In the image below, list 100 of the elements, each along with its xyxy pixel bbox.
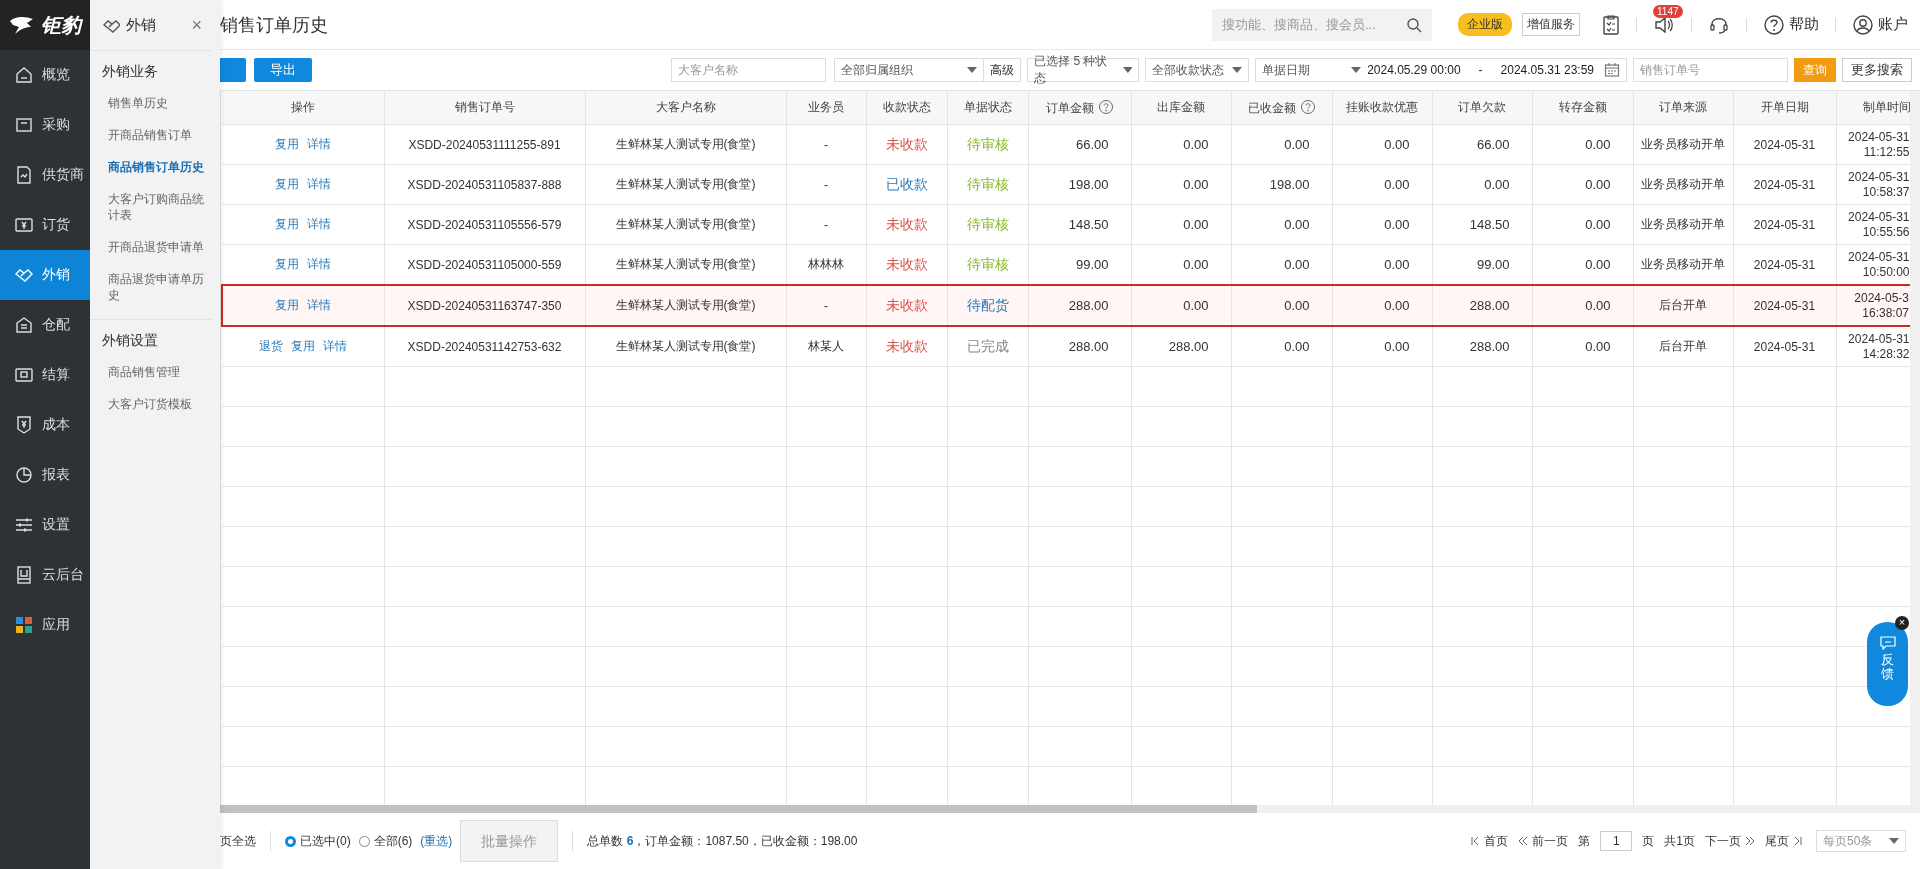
sidebar-item[interactable]: 供货商 <box>0 150 90 200</box>
column-header[interactable]: 出库金额 <box>1157 100 1205 114</box>
action-link[interactable]: 复用 <box>274 217 299 231</box>
help-icon[interactable] <box>1763 13 1785 36</box>
menu-item[interactable]: 大客户订货模板 <box>102 388 204 420</box>
column-header[interactable]: 业务员 <box>808 100 844 114</box>
next-page-button[interactable]: 下一页 <box>1705 832 1755 850</box>
input-field[interactable]: 大客户名称 <box>671 58 827 82</box>
action-link[interactable]: 详情 <box>306 177 331 191</box>
customer-name: 生鲜林某人测试专用(食堂) <box>615 137 756 151</box>
document-status: 待审核 <box>966 135 1009 152</box>
document-status: 待配货 <box>966 296 1009 313</box>
advanced-button[interactable]: 高级 <box>984 58 1022 82</box>
search-field[interactable]: 搜功能、搜商品、搜会员... <box>1212 8 1432 41</box>
menu-item[interactable]: 开商品退货申请单 <box>102 231 212 263</box>
menu-item[interactable]: 商品销售订单历史 <box>102 151 212 183</box>
amount-cell: 148.50 <box>1068 217 1109 232</box>
sidebar-item[interactable]: 报表 <box>0 450 90 500</box>
account-link[interactable]: 账户 <box>1878 15 1908 34</box>
column-header[interactable]: 操作 <box>290 100 315 114</box>
sidebar-item[interactable]: 应用 <box>0 600 90 650</box>
column-header[interactable]: 开单日期 <box>1760 100 1809 114</box>
service-button[interactable]: 增值服务 <box>1522 13 1580 36</box>
radio-option[interactable]: 已选中(0) <box>285 832 351 850</box>
time-cell: 2024-05-31 10:55:56 <box>1848 209 1910 239</box>
amount-cell: 0.00 <box>1183 257 1209 272</box>
amount-cell: 0.00 <box>1284 217 1310 232</box>
dropdown[interactable]: 全部归属组织 <box>834 58 985 82</box>
dropdown[interactable]: 全部收款状态 <box>1145 58 1250 82</box>
reselect-link[interactable]: (重选) <box>420 832 453 850</box>
sidebar-item[interactable]: 云后台 <box>0 550 90 600</box>
column-header[interactable]: 转存金额 <box>1558 100 1607 114</box>
amount-cell: 0.00 <box>1384 257 1410 272</box>
menu-item[interactable]: 商品销售管理 <box>102 356 204 388</box>
last-page-button[interactable]: 尾页 <box>1765 832 1802 850</box>
date-cell: 2024-05-31 <box>1753 257 1816 272</box>
action-link[interactable]: 详情 <box>306 257 331 271</box>
caret-icon <box>967 67 978 73</box>
order-source: 后台开单 <box>1659 339 1707 353</box>
action-link[interactable]: 详情 <box>307 298 332 312</box>
time-cell: 2024-05-31 10:58:37 <box>1848 169 1910 199</box>
action-link[interactable]: 详情 <box>306 217 331 231</box>
sidebar-item[interactable]: 订货 <box>0 200 90 250</box>
menu-item[interactable]: 销售单历史 <box>102 87 212 119</box>
column-header[interactable]: 销售订单号 <box>454 100 515 114</box>
brand-name: 钜豹 <box>41 12 81 38</box>
action-link[interactable]: 复用 <box>274 257 299 271</box>
action-link[interactable]: 详情 <box>322 339 347 353</box>
amount-cell: 0.00 <box>1384 177 1410 192</box>
amount-cell: 0.00 <box>1284 137 1310 152</box>
sidebar-item[interactable]: 外销 <box>0 250 90 300</box>
menu-item[interactable]: 商品退货申请单历史 <box>102 263 212 311</box>
action-link[interactable]: 退货 <box>258 339 283 353</box>
column-header[interactable]: 订单欠款 <box>1458 100 1506 114</box>
order-source: 业务员移动开单 <box>1641 257 1725 271</box>
payment-status: 未收款 <box>885 215 928 232</box>
salesman-name: - <box>824 298 828 313</box>
time-cell: 2024-05-31 11:12:55 <box>1848 129 1910 159</box>
user-icon[interactable] <box>1852 13 1874 36</box>
salesman-name: - <box>824 137 828 152</box>
action-link[interactable]: 复用 <box>274 137 299 151</box>
column-header[interactable]: 订单来源 <box>1659 100 1707 114</box>
date-cell: 2024-05-31 <box>1753 137 1816 152</box>
sidebar-item[interactable]: 成本 <box>0 400 90 450</box>
action-link[interactable]: 复用 <box>274 177 299 191</box>
export-button[interactable]: 导出 <box>254 58 312 82</box>
order-number: XSDD-20240531105837-888 <box>407 177 562 192</box>
sidebar-item[interactable]: 设置 <box>0 500 90 550</box>
amount-cell: 0.00 <box>1484 177 1510 192</box>
clipboard-icon[interactable] <box>1602 13 1620 36</box>
action-link[interactable]: 复用 <box>290 339 315 353</box>
amount-cell: 0.00 <box>1585 177 1611 192</box>
warehouse-icon <box>14 315 34 335</box>
order-source: 业务员移动开单 <box>1641 217 1725 231</box>
page-input[interactable]: 1 <box>1600 831 1633 851</box>
sidebar-item[interactable]: 结算 <box>0 350 90 400</box>
action-link[interactable]: 复用 <box>275 298 300 312</box>
amount-cell: 0.00 <box>1384 339 1410 354</box>
date-cell: 2024-05-31 <box>1753 177 1816 192</box>
column-header[interactable]: 大客户名称 <box>655 100 716 114</box>
more-search-button[interactable]: 更多搜索 <box>1842 58 1912 82</box>
help-link[interactable]: 帮助 <box>1789 15 1819 34</box>
menu-item[interactable]: 大客户订购商品统计表 <box>102 183 212 231</box>
prev-page-button[interactable]: 前一页 <box>1518 832 1569 850</box>
sidebar-item[interactable]: 采购 <box>0 100 90 150</box>
action-link[interactable]: 详情 <box>306 137 331 151</box>
sidebar-item[interactable]: 概览 <box>0 50 90 100</box>
close-button[interactable]: × <box>191 14 202 36</box>
first-page-button[interactable]: 首页 <box>1471 832 1509 850</box>
input-field[interactable]: 销售订单号 <box>1633 58 1788 82</box>
amount-cell: 0.00 <box>1284 298 1310 313</box>
order-source: 业务员移动开单 <box>1641 137 1725 151</box>
sidebar-item[interactable]: 仓配 <box>0 300 90 350</box>
first-page-icon <box>1471 836 1481 846</box>
customer-name: 生鲜林某人测试专用(食堂) <box>615 177 756 191</box>
radio-option[interactable]: 全部(6) <box>358 832 413 850</box>
amount-cell: 0.00 <box>1384 298 1410 313</box>
date-cell: 2024-05-31 <box>1753 298 1816 313</box>
amount-cell: 66.00 <box>1476 137 1510 152</box>
menu-item[interactable]: 开商品销售订单 <box>102 119 212 151</box>
